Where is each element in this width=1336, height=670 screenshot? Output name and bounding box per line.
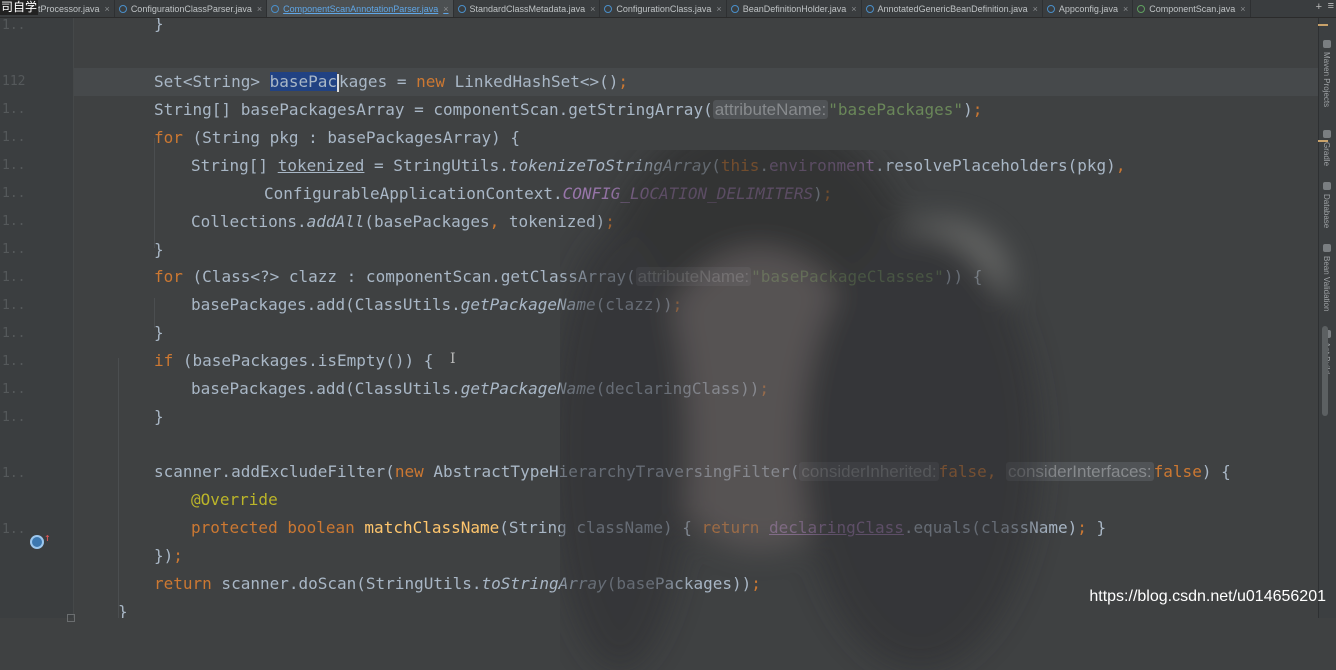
close-icon[interactable]: × [1240,4,1245,14]
class-icon [118,4,127,13]
indent-guide [118,358,119,618]
class-icon [457,4,466,13]
close-icon[interactable]: × [590,4,595,14]
code-line: Collections.addAll(basePackages, tokeniz… [191,212,615,231]
vertical-scrollbar-thumb[interactable] [1322,326,1328,416]
tab-appconfig[interactable]: Appconfig.java × [1043,0,1134,17]
editor-tab-bar: ClassPostProcessor.java × ConfigurationCl… [0,0,1336,18]
tab-label: AnnotatedGenericBeanDefinition.java [877,3,1028,14]
parameter-hint: considerInterfaces: [1006,462,1154,481]
gradle-icon [1323,130,1331,138]
code-line: scanner.addExcludeFilter(new AbstractTyp… [154,462,1231,481]
parameter-hint: attributeName: [712,100,829,119]
indent-guide [154,138,155,248]
tab-configurationclass[interactable]: ConfigurationClass.java × [600,0,727,17]
tab-annotatedgenericbeandefinition[interactable]: AnnotatedGenericBeanDefinition.java × [862,0,1043,17]
line-number: 1.. [2,466,26,481]
tool-window-gradle[interactable]: Gradle [1322,142,1331,166]
close-icon[interactable]: × [443,4,448,14]
code-line: } [154,407,164,426]
tab-menu-icon[interactable]: ≡ [1328,0,1334,12]
close-icon[interactable]: × [257,4,262,14]
code-line: for (String pkg : basePackagesArray) { [154,128,521,147]
tool-window-maven[interactable]: Maven Projects [1322,52,1331,107]
code-line: String[] tokenized = StringUtils.tokeniz… [191,156,1126,175]
code-line: @Override [191,490,278,509]
class-icon [865,4,874,13]
line-number: 1.. [2,102,26,117]
code-line: } [154,240,164,259]
code-line: Set<String> basePac kages = new LinkedHas… [154,72,629,92]
code-line: basePackages.add(ClassUtils.getPackageNa… [191,295,683,314]
code-line: ConfigurableApplicationContext.CONFIG_LO… [264,184,833,203]
line-number: 112 [2,74,26,89]
class-icon [604,4,613,13]
scrollbar-marker[interactable] [1318,140,1328,142]
line-number: 1.. [2,214,26,229]
line-number: 1.. [2,270,26,285]
line-number-gutter: 1.. 112 1.. 1.. 1.. 1.. 1.. 1.. 1.. 1.. … [0,18,75,622]
code-line: basePackages.add(ClassUtils.getPackageNa… [191,379,769,398]
text-cursor-icon: I [450,351,456,367]
line-number: 1.. [2,186,26,201]
code-line: protected boolean matchClassName(String … [191,518,1107,537]
code-line: } [154,18,164,33]
code-line: String[] basePackagesArray = componentSc… [154,100,983,119]
code-line: } [118,602,128,618]
code-line: if (basePackages.isEmpty()) { [154,351,434,370]
tab-label: Appconfig.java [1058,3,1118,14]
line-number: 1.. [2,522,26,537]
code-line: }); [154,546,183,565]
line-number: 1.. [2,382,26,397]
code-line: } [154,323,164,342]
line-number: 1.. [2,18,26,33]
tool-window-database[interactable]: Database [1322,194,1331,228]
close-icon[interactable]: × [1123,4,1128,14]
code-line: for (Class<?> clazz : componentScan.getC… [154,267,983,286]
tab-label: StandardClassMetadata.java [469,3,586,14]
line-number: 1.. [2,242,26,257]
close-icon[interactable]: × [851,4,856,14]
close-icon[interactable]: × [716,4,721,14]
tab-label: ConfigurationClassParser.java [130,3,252,14]
tab-beandefinitionholder[interactable]: BeanDefinitionHolder.java × [727,0,862,17]
tab-overflow-icon[interactable]: + [1316,1,1322,13]
close-icon[interactable]: × [1033,4,1038,14]
code-line: return scanner.doScan(StringUtils.toStri… [154,574,761,593]
bean-validation-icon [1323,244,1331,252]
line-number: 1.. [2,130,26,145]
tool-window-bean-validation[interactable]: Bean Validation [1322,256,1331,311]
tab-componentscanannotationparser[interactable]: ComponentScanAnnotationParser.java × [267,0,454,17]
class-icon [1046,4,1055,13]
tab-label: ConfigurationClass.java [616,3,712,14]
annotation-icon [1137,4,1146,13]
arrow-up-icon: ↑ [44,531,51,544]
line-number: 1.. [2,298,26,313]
line-number: 1.. [2,410,26,425]
class-icon [271,4,280,13]
parameter-hint: considerInherited: [799,462,939,481]
tab-label: ComponentScan.java [1149,3,1236,14]
tab-label: BeanDefinitionHolder.java [742,3,847,14]
database-icon [1323,182,1331,190]
maven-icon [1323,40,1331,48]
watermark-url: https://blog.csdn.net/u014656201 [1089,588,1326,605]
right-tool-strip: Maven Projects Gradle Database Bean Vali… [1318,18,1336,618]
tab-configurationclassparser[interactable]: ConfigurationClassParser.java × [115,0,268,17]
tab-componentscan[interactable]: ComponentScan.java × [1133,0,1251,17]
line-number: 1.. [2,158,26,173]
corner-watermark-text: 司自学 [0,0,39,15]
line-number: 1.. [2,326,26,341]
tab-standardclassmetadata[interactable]: StandardClassMetadata.java × [454,0,601,17]
class-icon [730,4,739,13]
override-method-icon[interactable] [30,535,44,549]
selected-text: basePac [269,72,338,91]
scrollbar-marker[interactable] [1318,24,1328,26]
line-number: 1.. [2,354,26,369]
close-icon[interactable]: × [105,4,110,14]
code-editor[interactable]: } Set<String> basePac kages = new LinkedH… [74,18,1318,618]
tab-label: ComponentScanAnnotationParser.java [283,3,439,14]
parameter-hint: attributeName: [635,267,752,286]
